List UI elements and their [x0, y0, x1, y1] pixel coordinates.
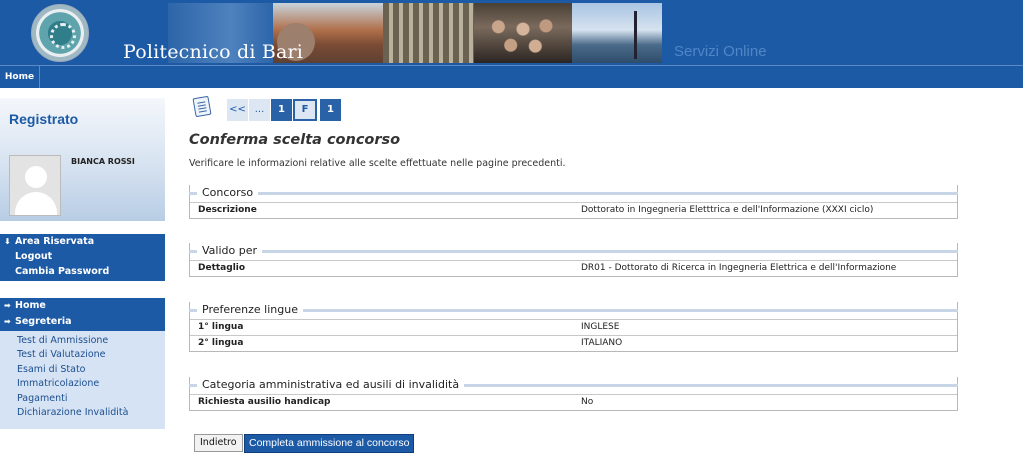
submenu-test-valutazione[interactable]: Test di Valutazione: [0, 348, 165, 362]
services-label: Servizi Online: [674, 43, 767, 60]
submenu-test-ammissione[interactable]: Test di Ammissione: [0, 334, 165, 348]
section-header: Concorso: [189, 185, 958, 202]
submenu-pagamenti[interactable]: Pagamenti: [0, 392, 165, 406]
avatar-body-icon: [15, 192, 57, 215]
table-row: Richiesta ausilio handicap No: [190, 394, 957, 410]
home-label: Home: [15, 300, 46, 311]
user-status-title: Registrato: [9, 111, 79, 127]
table-row: Dettaglio DR01 - Dottorato di Ricerca in…: [190, 260, 957, 276]
page-description: Verificare le informazioni relative alle…: [189, 158, 566, 169]
complete-admission-button[interactable]: Completa ammissione al concorso: [244, 434, 415, 453]
field-value: INGLESE: [581, 322, 620, 332]
area-riservata-menu: ⬇ Area Riservata Logout Cambia Password: [0, 234, 165, 281]
field-value: DR01 - Dottorato di Ricerca in Ingegneri…: [581, 263, 897, 273]
menu-item-home[interactable]: ➡ Home: [0, 298, 165, 314]
menu-item-cambia-password[interactable]: Cambia Password: [0, 264, 165, 279]
user-name: BIANCA ROSSI: [71, 157, 135, 166]
field-value: ITALIANO: [581, 338, 623, 348]
submenu-dichiarazione-invalidita[interactable]: Dichiarazione Invalidità: [0, 406, 165, 420]
segreteria-label: Segreteria: [15, 316, 72, 327]
pager-first[interactable]: <<: [227, 99, 248, 121]
field-label: 1° lingua: [198, 322, 244, 332]
page-title: Conferma scelta concorso: [189, 132, 401, 148]
banner-photo: [474, 3, 572, 63]
nav-home-link[interactable]: Home: [0, 66, 40, 88]
section-concorso: Concorso Descrizione Dottorato in Ingegn…: [189, 185, 958, 219]
step-pager: << ... 1 F 1: [227, 99, 341, 121]
submenu-immatricolazione[interactable]: Immatricolazione: [0, 377, 165, 391]
table-row: Descrizione Dottorato in Ingegneria Elet…: [190, 202, 957, 218]
avatar: [9, 155, 61, 216]
submenu-esami-stato[interactable]: Esami di Stato: [0, 363, 165, 377]
section-valido-per: Valido per Dettaglio DR01 - Dottorato di…: [189, 243, 958, 277]
table-row: 2° lingua ITALIANO: [190, 335, 957, 351]
arrow-right-icon: ➡: [4, 301, 11, 310]
field-label: Dettaglio: [198, 263, 246, 273]
divider: [189, 309, 958, 312]
section-legend: Categoria amministrativa ed ausili di in…: [197, 377, 465, 392]
segreteria-submenu: Test di Ammissione Test di Valutazione E…: [0, 331, 165, 429]
menu-item-segreteria[interactable]: ➡ Segreteria: [0, 314, 165, 330]
section-legend: Preferenze lingue: [197, 302, 303, 317]
segreteria-menu: ➡ Home ➡ Segreteria: [0, 298, 165, 331]
user-box: Registrato BIANCA ROSSI: [0, 98, 165, 221]
banner-photo: [572, 3, 662, 63]
divider: [189, 192, 958, 195]
main-content: << ... 1 F 1 Conferma scelta concorso Ve…: [189, 95, 959, 466]
avatar-head-icon: [25, 166, 47, 188]
top-nav: Home: [0, 65, 1023, 88]
section-legend: Concorso: [197, 185, 259, 200]
field-label: 2° lingua: [198, 338, 244, 348]
field-value: Dottorato in Ingegneria Eletttrica e del…: [581, 205, 874, 215]
arrow-right-icon: ➡: [4, 317, 11, 326]
area-riservata-header[interactable]: ⬇ Area Riservata: [0, 234, 165, 249]
pager-ellipsis[interactable]: ...: [249, 99, 270, 121]
field-value: No: [581, 397, 594, 407]
section-legend: Valido per: [197, 243, 263, 258]
banner-photo: [383, 3, 474, 63]
divider: [189, 250, 958, 253]
section-categoria-amministrativa: Categoria amministrativa ed ausili di in…: [189, 377, 958, 411]
section-header: Categoria amministrativa ed ausili di in…: [189, 377, 958, 394]
menu-item-logout[interactable]: Logout: [0, 249, 165, 264]
pager-step[interactable]: 1: [271, 99, 292, 121]
back-button[interactable]: Indietro: [194, 434, 243, 452]
area-riservata-label: Area Riservata: [15, 236, 95, 247]
arrow-down-icon: ⬇: [4, 237, 11, 246]
header-banner: Politecnico di Bari Servizi Online: [0, 0, 1023, 65]
site-title: Politecnico di Bari: [123, 41, 304, 63]
checklist-icon: [192, 95, 212, 118]
section-preferenze-lingue: Preferenze lingue 1° lingua INGLESE 2° l…: [189, 302, 958, 352]
section-header: Preferenze lingue: [189, 302, 958, 319]
pager-current-step: F: [293, 99, 317, 121]
table-row: 1° lingua INGLESE: [190, 319, 957, 335]
section-header: Valido per: [189, 243, 958, 260]
pager-step[interactable]: 1: [320, 99, 341, 121]
university-logo[interactable]: [31, 4, 89, 62]
field-label: Descrizione: [198, 205, 257, 215]
field-label: Richiesta ausilio handicap: [198, 397, 331, 407]
